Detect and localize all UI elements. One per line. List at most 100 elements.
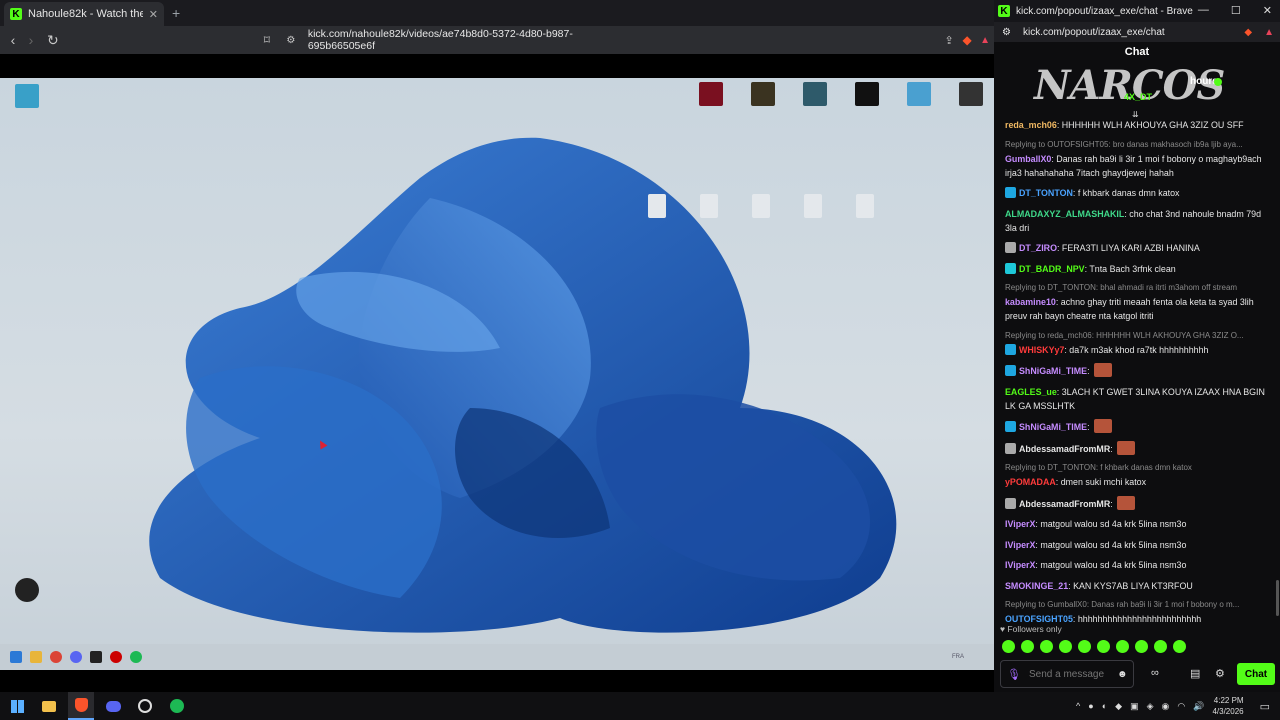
chat-username[interactable]: DT_TONTON [1019,188,1073,198]
kick-logo-icon: K [10,8,22,20]
tray-app-icon[interactable]: ▣ [1130,701,1139,712]
reply-context[interactable]: Replying to GumballX0: Danas rah ba9i li… [1005,599,1266,611]
brave-button[interactable] [68,692,94,720]
new-tab-icon[interactable]: + [172,5,180,21]
chat-username[interactable]: yPOMADAA [1005,477,1056,487]
chat-message: ShNiGaMi_TIME: [1005,363,1266,378]
emote-button[interactable] [1021,640,1034,653]
tray-app-icon[interactable]: ◐ [1102,701,1107,711]
reply-context[interactable]: Replying to OUTOFSIGHT05: bro danas makh… [1005,139,1266,151]
store-icon[interactable]: ▤ [1190,667,1200,680]
desktop-icon [798,82,832,108]
chat-username[interactable]: OUTOFSIGHT05 [1005,614,1073,622]
emote-button[interactable] [1173,640,1186,653]
chat-username[interactable]: kabamine10 [1005,297,1056,307]
start-icon [10,651,22,663]
message-input[interactable] [1028,668,1109,680]
desktop-icon [850,82,884,108]
chat-scrollbar[interactable] [1276,580,1279,616]
brave-shield-icon[interactable]: ◆ [958,33,976,47]
chat-username[interactable]: DT_BADR_NPV [1019,264,1085,274]
tray-app-icon[interactable]: ◆ [1115,701,1122,712]
chat-message-text: : matgoul walou sd 4a krk 5lina nsm3o [1035,560,1187,570]
obs-button[interactable] [132,692,158,720]
chat-username[interactable]: reda_mch06 [1005,120,1057,130]
chat-emote-icon [1116,495,1135,510]
emote-button[interactable] [1135,640,1148,653]
video-tray-language: FRA [952,654,964,660]
emote-button[interactable] [1078,640,1091,653]
chat-emote-icon [1093,419,1112,433]
reply-context[interactable]: Replying to reda_mch06: HHHHHH WLH AKHOU… [1005,330,1266,342]
file-explorer-button[interactable] [36,692,62,720]
emote-button[interactable] [1002,640,1015,653]
chat-message: ShNiGaMi_TIME: [1005,419,1266,434]
discord-button[interactable] [100,692,126,720]
emote-button[interactable] [1116,640,1129,653]
chat-username[interactable]: SMOKINGE_21 [1005,581,1068,591]
brave-rewards-icon[interactable]: ▲ [976,35,994,46]
back-icon[interactable]: ‹ [4,32,22,48]
message-input-box[interactable]: 🎙 ☻ [1000,660,1134,688]
chat-username[interactable]: ShNiGaMi_TIME [1019,366,1087,376]
microphone-icon[interactable]: 🎙 [1007,668,1021,681]
settings-gear-icon[interactable]: ⚙ [1215,667,1225,680]
reply-context[interactable]: Replying to DT_TONTON: f khbark danas dm… [1005,462,1266,474]
chat-username[interactable]: WHISKYy7 [1019,345,1064,355]
taskbar-clock[interactable]: 4:22 PM 4/3/2026 [1212,695,1243,717]
address-bar[interactable]: kick.com/nahoule82k/videos/ae74b8d0-5372… [308,28,606,52]
chat-message: AbdessamadFromMR: [1005,495,1266,511]
emote-button[interactable] [1154,640,1167,653]
video-desktop-taskbar: FRA [0,644,994,670]
chat-username[interactable]: ShNiGaMi_TIME [1019,422,1087,432]
chat-username[interactable]: IViperX [1005,560,1035,570]
emote-button[interactable] [1040,640,1053,653]
tray-app-icon[interactable]: ◈ [1147,701,1154,712]
site-info-icon[interactable]: ⚙ [282,35,300,46]
chat-message-text: : dmen suki mchi katox [1055,477,1147,487]
emote-button[interactable] [1059,640,1072,653]
tray-app-icon[interactable]: ◉ [1162,701,1170,712]
video-player[interactable]: FRA [0,78,994,670]
close-window-icon[interactable]: ✕ [1263,4,1272,17]
chat-messages-list[interactable]: reda_mch06: HHHHHH WLH AKHOUYA GHA 3ZIZ … [994,112,1280,622]
volume-icon[interactable]: 🔊 [1193,701,1204,712]
chat-username[interactable]: EAGLES_ue [1005,387,1057,397]
popout-url[interactable]: kick.com/popout/izaax_exe/chat [1023,27,1165,38]
brave-rewards-icon[interactable]: ▲ [1264,27,1274,38]
notifications-icon[interactable]: ▭ [1260,700,1270,713]
tray-overflow-icon[interactable]: ^ [1076,701,1080,711]
minimize-icon[interactable]: — [1198,4,1209,17]
chat-message-text: : matgoul walou sd 4a krk 5lina nsm3o [1035,539,1187,550]
chat-username[interactable]: DT_ZIRO [1019,243,1057,253]
chat-message: IViperX: matgoul walou sd 4a krk 5lina n… [1005,558,1266,572]
reload-icon[interactable]: ↻ [44,32,62,49]
chat-username[interactable]: IViperX [1005,519,1035,529]
tab-vod[interactable]: K Nahoule82k - Watch the VOD ✕ [4,2,164,26]
community-icon[interactable]: ∞ [1151,667,1159,679]
close-tab-icon[interactable]: ✕ [149,8,158,21]
reply-context[interactable]: Replying to DT_TONTON: bhal ahmadi ra it… [1005,282,1266,294]
desktop-file-icon [796,194,830,220]
chat-username[interactable]: GumballX0 [1005,154,1051,164]
start-button[interactable] [4,692,30,720]
share-icon[interactable]: ⇪ [940,34,958,47]
spotify-button[interactable] [164,692,190,720]
emoji-icon[interactable]: ☻ [1117,669,1128,680]
brave-icon [74,698,88,712]
chat-username[interactable]: AbdessamadFromMR [1019,444,1110,454]
brave-shield-icon[interactable]: ◆ [1244,27,1252,38]
kick-logo-icon: K [998,5,1010,17]
chat-username[interactable]: IViperX [1005,540,1035,550]
site-info-icon[interactable]: ⚙ [1002,27,1011,38]
tray-app-icon[interactable]: ● [1088,701,1093,711]
chat-username[interactable]: AbdessamadFromMR [1019,499,1110,509]
chat-username[interactable]: ALMADAXYZ_ALMASHAKIL [1005,209,1124,219]
network-icon[interactable]: ◠ [1177,701,1185,712]
maximize-icon[interactable]: ☐ [1231,4,1241,17]
forward-icon[interactable]: › [22,32,40,48]
send-chat-button[interactable]: Chat [1237,663,1275,685]
bookmark-icon[interactable]: ⌑ [258,33,276,47]
obs-icon [138,699,152,713]
emote-button[interactable] [1097,640,1110,653]
